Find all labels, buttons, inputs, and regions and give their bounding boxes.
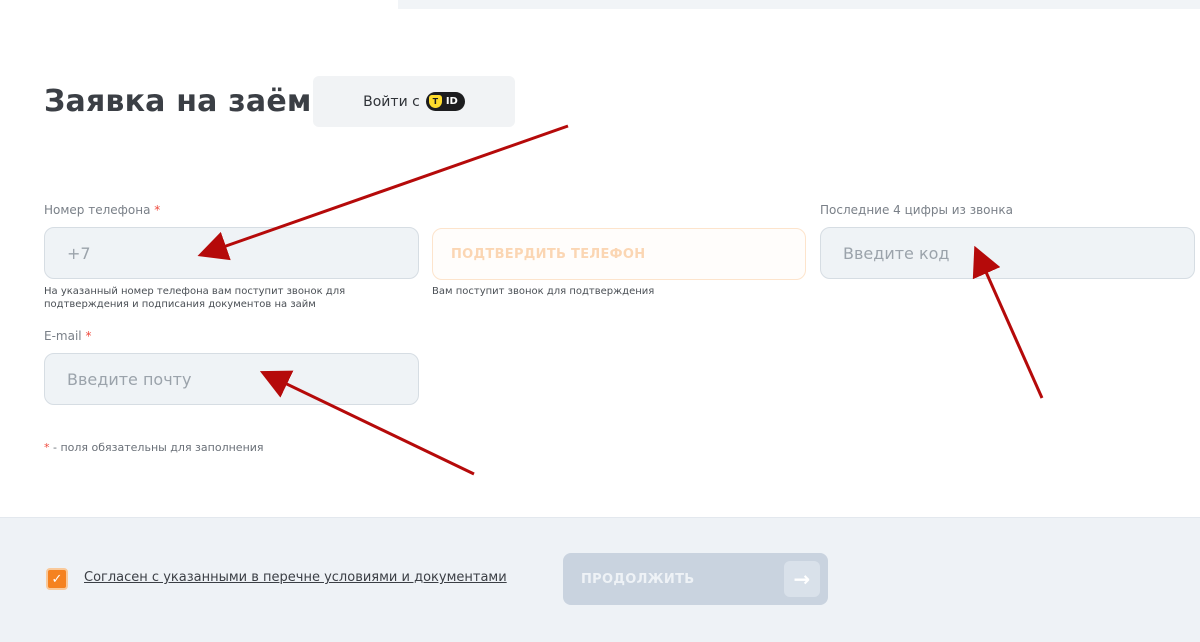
phone-label-text: Номер телефона <box>44 203 151 217</box>
continue-label: ПРОДОЛЖИТЬ <box>581 571 695 587</box>
tid-badge-text: ID <box>445 96 458 107</box>
phone-hint: На указанный номер телефона вам поступит… <box>44 286 346 310</box>
code-placeholder: Введите код <box>843 243 950 263</box>
required-note-text: - поля обязательны для заполнения <box>49 441 264 454</box>
email-placeholder: Введите почту <box>67 369 192 389</box>
confirm-phone-button[interactable]: ПОДТВЕРДИТЬ ТЕЛЕФОН <box>432 228 806 280</box>
page-title: Заявка на заём <box>44 84 312 119</box>
phone-required-mark: * <box>154 203 161 217</box>
checkmark-icon: ✓ <box>51 571 63 587</box>
code-label: Последние 4 цифры из звонка <box>820 203 1013 217</box>
phone-placeholder: +7 <box>67 243 91 263</box>
email-required-mark: * <box>85 329 92 343</box>
continue-button[interactable]: ПРОДОЛЖИТЬ → <box>563 553 828 605</box>
agree-link[interactable]: Согласен с указанными в перечне условиям… <box>84 570 507 585</box>
tid-login-label: Войти с <box>363 93 420 110</box>
email-label: E-mail * <box>44 329 91 343</box>
email-input[interactable]: Введите почту <box>44 353 419 405</box>
top-bar <box>398 0 1200 9</box>
phone-input[interactable]: +7 <box>44 227 419 279</box>
code-input[interactable]: Введите код <box>820 227 1195 279</box>
tid-badge: T ID <box>425 92 465 111</box>
tid-shield-icon: T <box>428 95 442 108</box>
required-note: * - поля обязательны для заполнения <box>44 441 264 454</box>
confirm-hint: Вам поступит звонок для подтверждения <box>432 286 655 297</box>
tid-login-button[interactable]: Войти с T ID <box>313 76 515 127</box>
email-label-text: E-mail <box>44 329 82 343</box>
arrow-right-icon: → <box>784 561 820 597</box>
agree-checkbox[interactable]: ✓ <box>46 568 68 590</box>
phone-label: Номер телефона * <box>44 203 160 217</box>
